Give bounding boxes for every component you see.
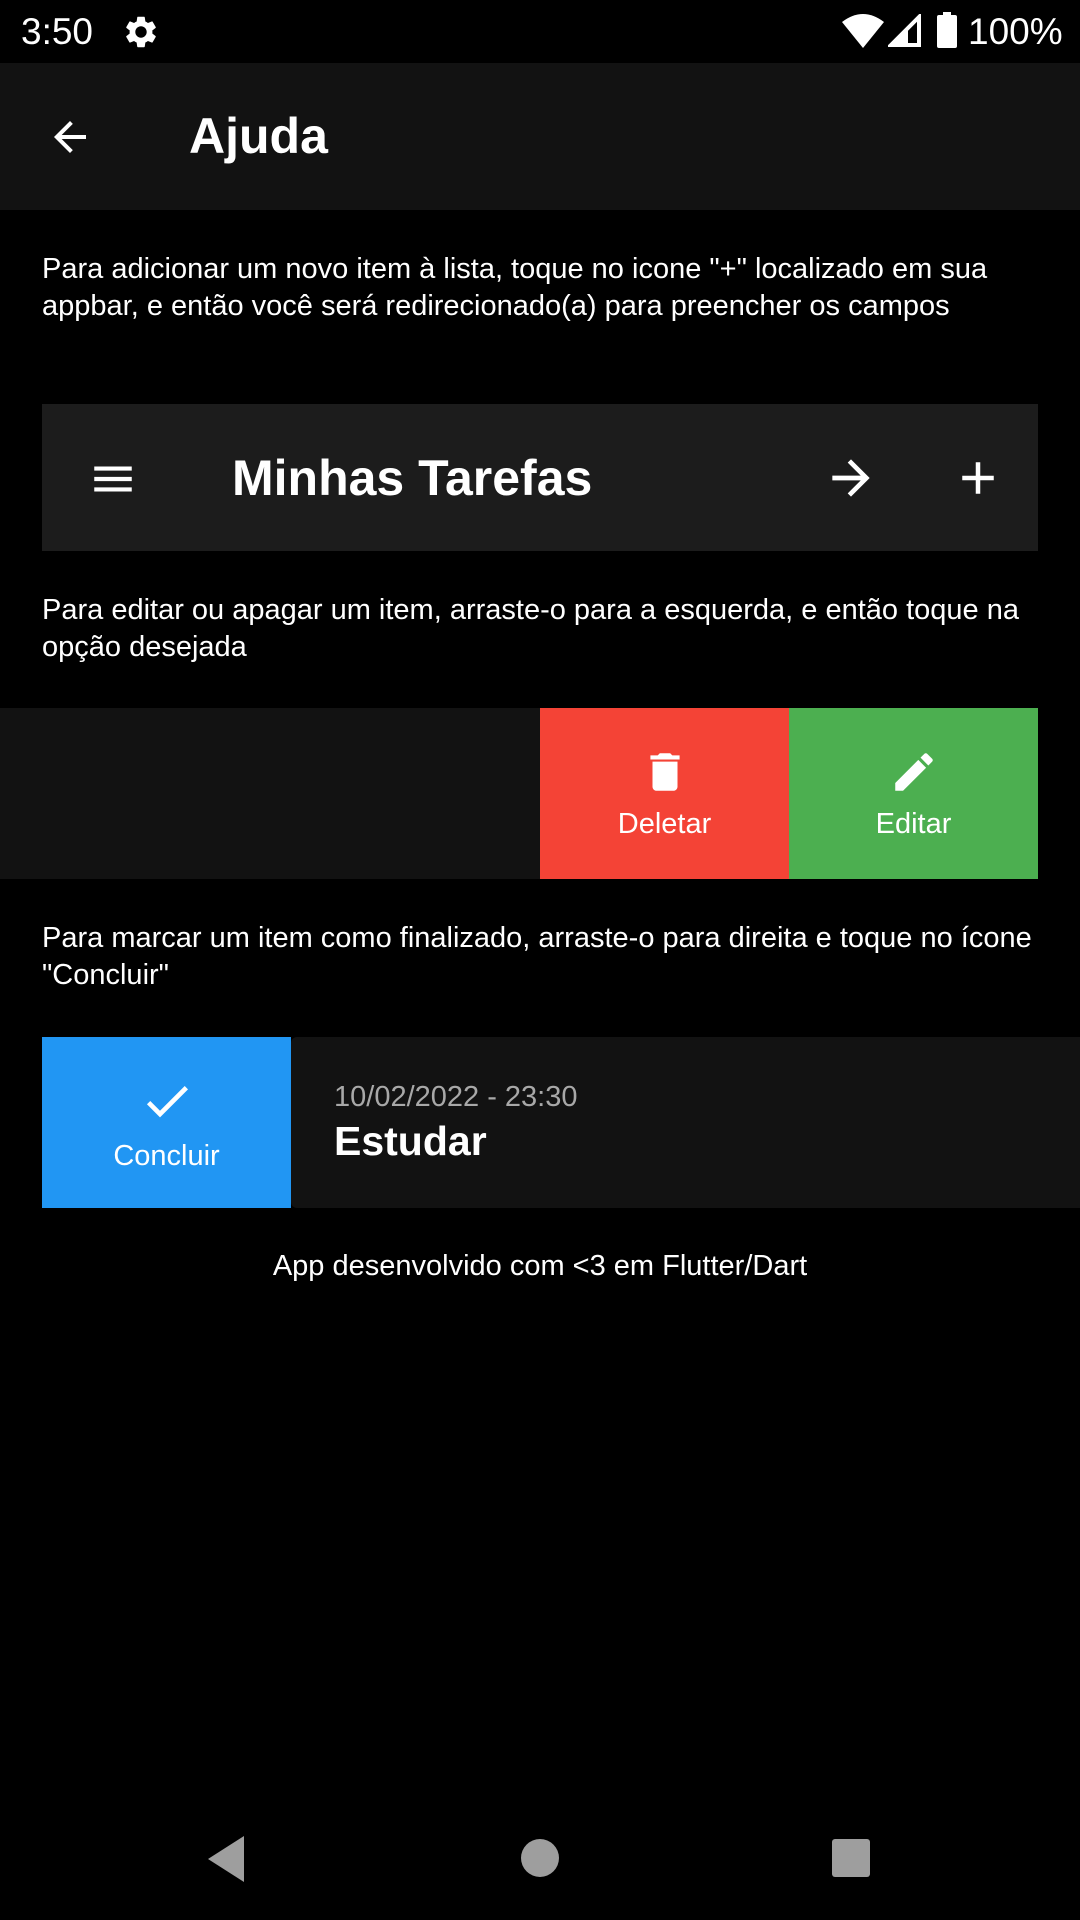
wifi-icon (842, 14, 884, 48)
sample-appbar: Minhas Tarefas (42, 404, 1038, 551)
nav-recents-icon[interactable] (831, 1838, 871, 1878)
pencil-icon (894, 752, 933, 791)
arrow-back-icon (54, 121, 86, 153)
help-complete-text: Para marcar um item como finalizado, arr… (42, 922, 1032, 991)
check-icon (146, 1085, 188, 1117)
status-bar: 3:50 100% (0, 0, 1080, 63)
help-edit-text: Para editar ou apagar um item, arraste-o… (42, 594, 1019, 663)
swipe-left-demo: Deletar Editar (0, 708, 1080, 879)
battery-percent: 100% (968, 11, 1063, 52)
sample-appbar-title: Minhas Tarefas (232, 450, 593, 506)
edit-button[interactable]: Editar (789, 708, 1038, 879)
system-nav-bar (0, 1800, 1080, 1920)
swipe-right-demo: Concluir 10/02/2022 - 23:30 Estudar (0, 1037, 1080, 1208)
complete-button[interactable]: Concluir (42, 1037, 291, 1208)
task-date: 10/02/2022 - 23:30 (334, 1081, 578, 1113)
delete-label: Deletar (617, 807, 712, 840)
trash-icon (649, 752, 680, 791)
gear-icon (126, 16, 156, 48)
nav-home-icon[interactable] (519, 1837, 561, 1879)
nav-back-icon[interactable] (204, 1834, 248, 1884)
app-bar: Ajuda (0, 63, 1080, 210)
task-title: Estudar (334, 1118, 487, 1164)
battery-icon (937, 12, 957, 48)
edit-label: Editar (875, 807, 952, 840)
plus-icon (962, 462, 994, 494)
menu-icon (94, 466, 132, 492)
arrow-forward-icon (832, 459, 870, 497)
complete-label: Concluir (113, 1139, 220, 1172)
task-card[interactable]: 10/02/2022 - 23:30 Estudar (291, 1037, 1080, 1208)
status-time: 3:50 (21, 11, 94, 52)
back-button[interactable] (40, 107, 100, 167)
footer-text: App desenvolvido com <3 em Flutter/Dart (272, 1250, 808, 1282)
delete-button[interactable]: Deletar (540, 708, 789, 879)
signal-icon (888, 14, 921, 47)
page-title: Ajuda (189, 108, 328, 164)
list-item[interactable] (0, 708, 540, 879)
help-add-text: Para adicionar um novo item à lista, toq… (42, 253, 988, 322)
